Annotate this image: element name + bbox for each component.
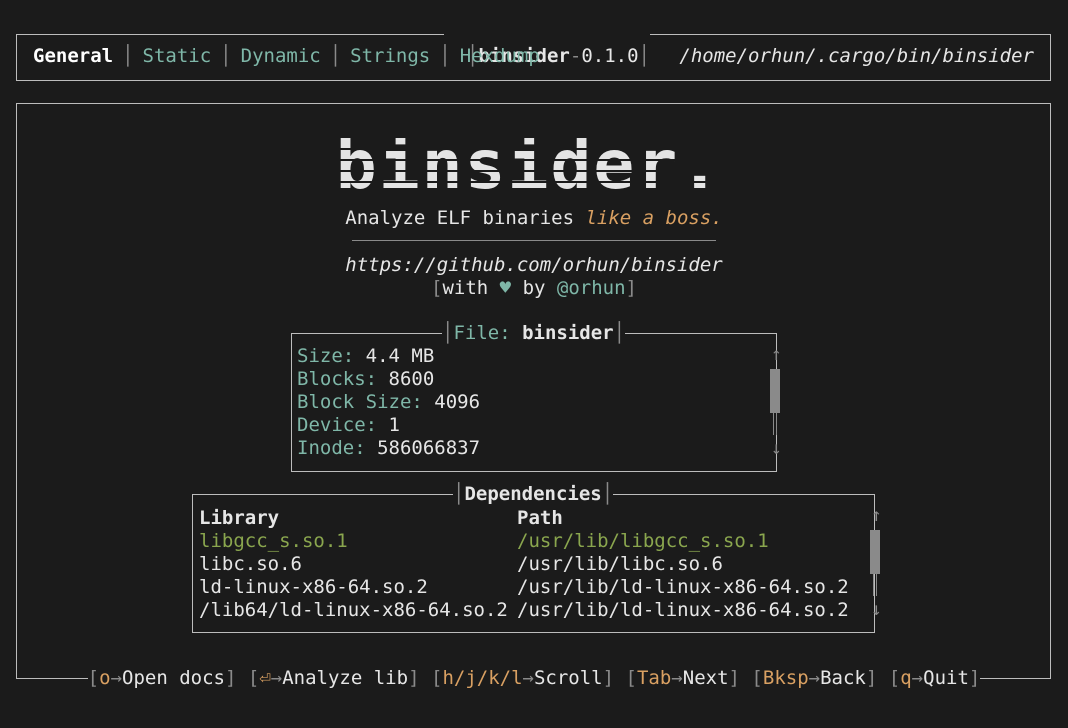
arrow-icon: → bbox=[270, 667, 283, 689]
info-row-size: Size: 4.4 MB bbox=[297, 345, 480, 368]
tagline-accent: like a boss. bbox=[585, 207, 723, 229]
column-header-path: Path bbox=[517, 507, 563, 529]
tagline: Analyze ELF binaries like a boss. bbox=[0, 207, 1068, 229]
key-next: Tab bbox=[636, 667, 672, 689]
table-row[interactable]: libc.so.6/usr/lib/libc.so.6 bbox=[199, 553, 849, 576]
author-handle[interactable]: @orhun bbox=[557, 277, 626, 299]
column-header-library: Library bbox=[199, 507, 280, 529]
credit-by: by bbox=[522, 277, 546, 299]
path-cell: /usr/lib/libc.so.6 bbox=[517, 553, 723, 575]
key-scroll: h/j/k/l bbox=[442, 667, 523, 689]
info-value: 4.4 MB bbox=[365, 345, 435, 367]
library-cell: ld-linux-x86-64.so.2 bbox=[199, 576, 428, 598]
tab-general[interactable]: General bbox=[33, 45, 113, 67]
arrow-icon: → bbox=[671, 667, 683, 689]
file-path: /home/orhun/.cargo/bin/binsider bbox=[679, 45, 1034, 67]
info-value: 1 bbox=[388, 414, 400, 436]
tab-separator: │ bbox=[439, 45, 451, 67]
action-open-docs[interactable]: Open docs bbox=[122, 667, 225, 689]
app-version: 0.1.0 bbox=[581, 45, 639, 67]
repo-url[interactable]: https://github.com/orhun/binsider bbox=[0, 254, 1068, 276]
info-key: Size: bbox=[297, 345, 355, 367]
scroll-down-icon[interactable]: ↓ bbox=[771, 438, 782, 459]
info-row-inode: Inode: 586066837 bbox=[297, 437, 480, 460]
arrow-icon: → bbox=[522, 667, 534, 689]
table-row[interactable]: ld-linux-x86-64.so.2/usr/lib/ld-linux-x8… bbox=[199, 576, 849, 599]
divider bbox=[352, 240, 716, 241]
info-row-device: Device: 1 bbox=[297, 414, 480, 437]
tab-separator: │ bbox=[122, 45, 134, 67]
path-cell: /usr/lib/ld-linux-x86-64.so.2 bbox=[517, 576, 849, 598]
path-cell: /usr/lib/ld-linux-x86-64.so.2 bbox=[517, 599, 849, 621]
binsider-logo: binsider. bbox=[338, 138, 720, 194]
info-row-blocks: Blocks: 8600 bbox=[297, 368, 480, 391]
scroll-up-icon[interactable]: ↑ bbox=[871, 505, 882, 526]
table-row[interactable]: libgcc_s.so.1/usr/lib/libgcc_s.so.1 bbox=[199, 530, 849, 553]
tab-separator: │ bbox=[329, 45, 342, 67]
action-scroll[interactable]: Scroll bbox=[534, 667, 603, 689]
enter-icon: ⏎ bbox=[259, 667, 271, 689]
tab-separator: │ bbox=[220, 45, 232, 67]
info-value: 8600 bbox=[388, 368, 435, 390]
key-open-docs: o bbox=[99, 667, 111, 689]
file-info-rows: Size: 4.4 MB Blocks: 8600 Block Size: 40… bbox=[297, 345, 480, 460]
info-value: 586066837 bbox=[377, 437, 481, 459]
library-cell: libc.so.6 bbox=[199, 553, 302, 575]
arrow-icon: → bbox=[808, 667, 821, 689]
key-quit: q bbox=[900, 667, 912, 689]
path-cell: /usr/lib/libgcc_s.so.1 bbox=[517, 530, 769, 552]
scroll-up-icon[interactable]: ↑ bbox=[771, 344, 782, 365]
scrollbar-track[interactable] bbox=[773, 413, 777, 435]
info-key: Inode: bbox=[297, 437, 366, 459]
tab-bar: General │ Static │ Dynamic │ Strings │ Hexdu… bbox=[33, 45, 540, 67]
library-cell: /lib64/ld-linux-x86-64.so.2 bbox=[199, 599, 508, 621]
heart-icon: ♥ bbox=[499, 277, 512, 299]
scrollbar-thumb[interactable] bbox=[870, 530, 880, 574]
library-cell: libgcc_s.so.1 bbox=[199, 530, 348, 552]
scrollbar-track[interactable] bbox=[873, 574, 877, 596]
info-key: Device: bbox=[297, 414, 378, 436]
tagline-main: Analyze ELF binaries bbox=[345, 207, 586, 229]
action-quit[interactable]: Quit bbox=[923, 667, 969, 689]
arrow-icon: → bbox=[911, 667, 924, 689]
logo-text: binsider. bbox=[338, 138, 720, 194]
file-label: File: bbox=[453, 322, 511, 344]
file-name: binsider bbox=[522, 322, 614, 344]
table-header: Library Path bbox=[199, 507, 849, 530]
info-row-block-size: Block Size: 4096 bbox=[297, 391, 480, 414]
scrollbar-thumb[interactable] bbox=[770, 369, 780, 413]
action-analyze-lib[interactable]: Analyze lib bbox=[282, 667, 408, 689]
dependencies-table: Library Path libgcc_s.so.1/usr/lib/libgcc… bbox=[199, 507, 849, 622]
tab-hexdump[interactable]: Hexdump bbox=[460, 45, 540, 67]
dependencies-title-text: Dependencies bbox=[464, 483, 602, 505]
dependencies-title: │Dependencies│ bbox=[453, 483, 614, 505]
info-value: 4096 bbox=[434, 391, 481, 413]
info-key: Blocks: bbox=[297, 368, 378, 390]
file-info-title: │File: binsider│ bbox=[442, 322, 626, 344]
action-next[interactable]: Next bbox=[683, 667, 729, 689]
info-key: Block Size: bbox=[297, 391, 423, 413]
keybindings-bar: [o→Open docs] [⏎→Analyze lib] [h/j/k/l→S… bbox=[87, 667, 981, 689]
key-back: Bksp bbox=[762, 667, 809, 689]
tab-static[interactable]: Static bbox=[143, 45, 212, 67]
table-row[interactable]: /lib64/ld-linux-x86-64.so.2/usr/lib/ld-l… bbox=[199, 599, 849, 622]
action-back[interactable]: Back bbox=[820, 667, 866, 689]
arrow-icon: → bbox=[110, 667, 123, 689]
tab-strings[interactable]: Strings bbox=[350, 45, 430, 67]
credit-with: with bbox=[442, 277, 489, 299]
credit: [with ♥ by @orhun] bbox=[430, 277, 637, 299]
tab-dynamic[interactable]: Dynamic bbox=[241, 45, 321, 67]
scroll-down-icon[interactable]: ↓ bbox=[871, 599, 882, 620]
